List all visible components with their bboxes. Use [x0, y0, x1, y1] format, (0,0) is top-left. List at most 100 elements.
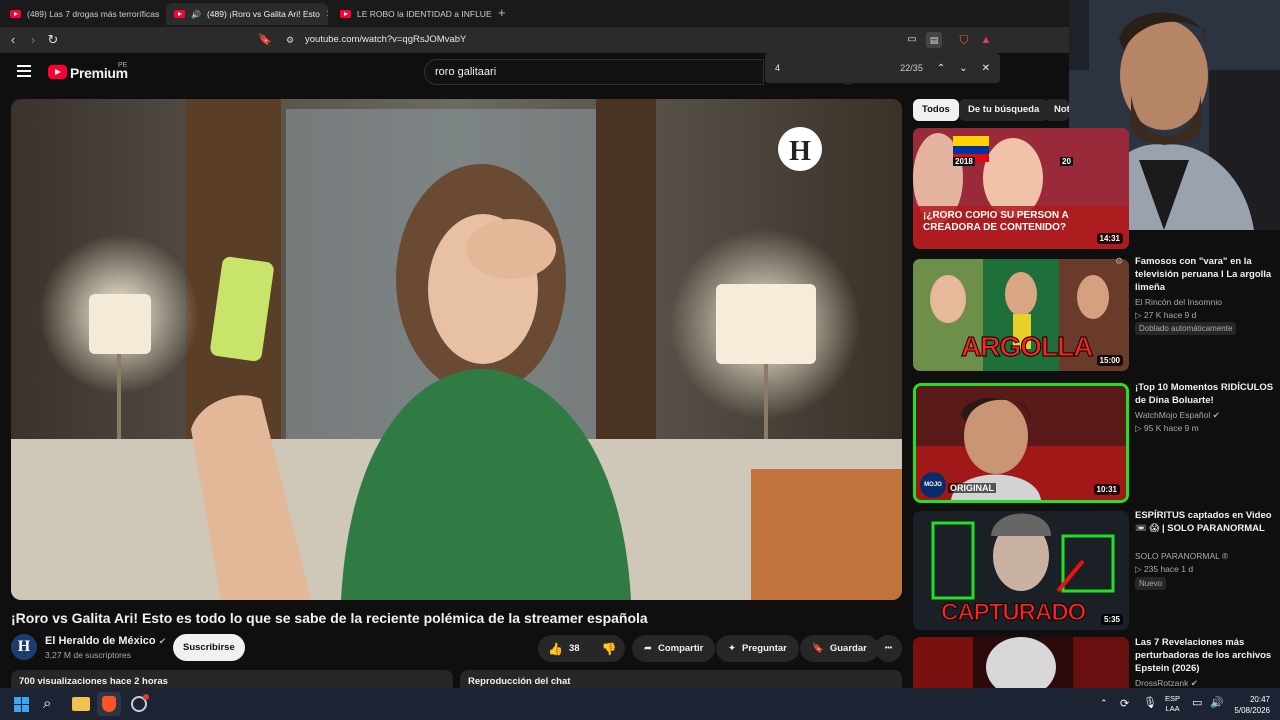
clock[interactable]: 20:47 5/08/2026 [1228, 694, 1270, 716]
sidebar-video-title[interactable]: ESPÍRITUS captados en Video 📼 😱 | SOLO P… [1135, 509, 1275, 535]
thumb-year-right: 20 [1060, 157, 1073, 166]
chat-replay-label: Reproducción del chat [468, 676, 571, 687]
sidebar-video-title[interactable]: Las 7 Revelaciones más perturbadoras de … [1135, 636, 1275, 675]
sidebar-video-channel[interactable]: El Rincón del Insomnio [1135, 296, 1222, 309]
forward-icon[interactable]: › [25, 32, 41, 48]
sidebar-video-thumbnail[interactable]: ARGOLLA 15:00 [913, 259, 1129, 371]
monitor-icon[interactable]: ▭ [1192, 696, 1202, 709]
app-icon[interactable] [131, 694, 149, 712]
search-input[interactable]: roro galitaari [424, 59, 764, 85]
thumbnail-image [913, 637, 1129, 688]
brave-taskbar-item[interactable] [97, 692, 121, 716]
cast-icon[interactable]: ▭ [904, 32, 920, 48]
sidebar-video-title[interactable]: ¡Top 10 Momentos RIDÍCULOS de Dina Bolua… [1135, 381, 1275, 407]
close-icon[interactable]: ✕ [326, 9, 328, 20]
duration-badge: 15:00 [1096, 355, 1123, 366]
youtube-favicon-icon [340, 10, 351, 18]
browser-tab-strip: (489) Las 7 drogas más terroríficas de 🔊… [0, 0, 1070, 27]
channel-avatar[interactable]: H [11, 634, 37, 660]
clock-date: 5/08/2026 [1234, 706, 1270, 715]
sidebar-video-title[interactable]: Famosos con "vara" en la televisión peru… [1135, 255, 1275, 294]
sync-icon[interactable]: ⟳ [1120, 697, 1129, 710]
browser-nav-bar: ‹ › ↻ 🔖 ⚙ youtube.com/watch?v=qgRsJOMvab… [0, 27, 1070, 53]
tab-le-robo[interactable]: LE ROBO la IDENTIDAD a INFLUENCE [332, 3, 492, 25]
site-settings-icon[interactable]: ⚙ [282, 32, 298, 48]
watchmojo-logo: MOJO [920, 472, 946, 498]
sidebar-video-thumbnail[interactable]: CAPTURADO 5:35 [913, 511, 1129, 630]
find-in-page-bar: 4 22/35 ⌃ ⌄ ✕ [765, 53, 1000, 83]
options-icon[interactable]: ⚙ [1115, 256, 1123, 267]
bookmark-icon: 🔖 [812, 643, 824, 654]
tab-roro-galita[interactable]: 🔊 (489) ¡Roro vs Galita Ari! Esto ✕ [166, 3, 328, 25]
like-icon[interactable]: 👍 [548, 642, 563, 656]
verified-icon: ✔ [158, 636, 167, 646]
tab-label: (489) Las 7 drogas más terroríficas de [27, 9, 162, 19]
sidebar-video-meta: ▷ 27 K hace 9 d [1135, 310, 1197, 320]
sidebar-video-thumbnail[interactable]: 2018 20 ¡¿RORO COPIO SU PERSON A CREADOR… [913, 128, 1129, 249]
thumb-caption: ¡¿RORO COPIO SU PERSON A CREADORA DE CON… [923, 210, 1069, 233]
thumb-caption: ARGOLLA [960, 331, 1093, 363]
subscriber-count: 3,27 M de suscriptores [45, 650, 131, 660]
new-badge: Nuevo [1135, 577, 1167, 590]
windows-start-icon[interactable] [14, 697, 29, 712]
find-count: 22/35 [900, 63, 923, 73]
share-button[interactable]: ➦ Compartir [632, 635, 716, 662]
share-icon: ➦ [644, 643, 652, 654]
like-count[interactable]: 38 [569, 643, 580, 654]
chip-todos[interactable]: Todos [913, 99, 959, 121]
tray-chevron-icon[interactable]: ⌃ [1100, 698, 1108, 709]
chat-replay-panel[interactable]: Reproducción del chat [460, 670, 902, 688]
duration-badge: 5:35 [1100, 614, 1123, 625]
more-actions-button[interactable]: ••• [875, 635, 902, 662]
bookmark-icon[interactable]: 🔖 [257, 32, 273, 48]
volume-icon[interactable]: 🔊 [1210, 696, 1224, 709]
chip-noticias[interactable]: Not [1045, 99, 1069, 121]
description-box[interactable]: 700 visualizaciones hace 2 horas [11, 670, 453, 688]
youtube-logo-icon[interactable] [48, 65, 67, 79]
file-explorer-icon[interactable] [72, 697, 90, 711]
sidebar-video-channel[interactable]: WatchMojo Español ✔ [1135, 409, 1220, 422]
thumb-caption: ORIGINAL [948, 483, 996, 493]
chip-de-tu-busqueda[interactable]: De tu búsqueda [959, 99, 1049, 121]
find-next-icon[interactable]: ⌄ [959, 63, 967, 74]
search-icon[interactable]: ⌕ [43, 695, 51, 712]
tab-label: (489) ¡Roro vs Galita Ari! Esto [206, 9, 320, 19]
sidebar-video-thumbnail[interactable] [913, 637, 1129, 688]
sidebar-video-channel[interactable]: SOLO PARANORMAL ® [1135, 550, 1228, 563]
new-tab-button[interactable]: + [498, 5, 506, 20]
find-close-icon[interactable]: ✕ [982, 63, 990, 74]
speaker-icon: 🔊 [191, 9, 201, 19]
youtube-favicon-icon [10, 10, 21, 18]
subscribe-button[interactable]: Suscribirse [173, 634, 245, 661]
reader-mode-icon[interactable]: ▤ [926, 32, 942, 48]
back-icon[interactable]: ‹ [5, 32, 21, 48]
share-label: Compartir [657, 643, 704, 654]
thumb-year-left: 2018 [953, 157, 975, 166]
save-label: Guardar [829, 643, 867, 654]
windows-taskbar: ⌕ ⌃ ⟳ 🎙 ESP LAA ▭ 🔊 20:47 5/08/2026 [0, 688, 1280, 720]
menu-icon[interactable] [17, 65, 31, 77]
microphone-icon[interactable]: 🎙 [1143, 696, 1157, 709]
save-button[interactable]: 🔖 Guardar [800, 635, 879, 662]
dislike-icon[interactable]: 👎 [602, 642, 617, 656]
watermark-logo: H [789, 136, 811, 167]
brave-rewards-icon[interactable]: ▲ [978, 32, 994, 48]
find-input[interactable]: 4 [775, 63, 885, 73]
clock-time: 20:47 [1249, 695, 1270, 704]
language-indicator[interactable]: ESP LAA [1165, 694, 1180, 714]
youtube-favicon-icon [174, 10, 185, 18]
reload-icon[interactable]: ↻ [45, 32, 61, 48]
find-prev-icon[interactable]: ⌃ [937, 63, 945, 74]
tab-drogas[interactable]: (489) Las 7 drogas más terroríficas de [2, 3, 162, 25]
video-player[interactable]: H [11, 99, 902, 600]
channel-name[interactable]: El Heraldo de México ✔ [45, 635, 166, 647]
brave-shield-icon[interactable]: ⛉ [956, 32, 972, 48]
sidebar-video-thumbnail[interactable]: MOJO ORIGINAL 10:31 [913, 383, 1129, 503]
view-count-and-date: 700 visualizaciones hace 2 horas [19, 676, 168, 687]
lang-top: ESP [1165, 694, 1181, 703]
url-bar[interactable]: youtube.com/watch?v=qgRsJOMvabY [305, 34, 466, 45]
verified-icon: ✔ [1212, 410, 1220, 420]
ask-button[interactable]: ✦ Preguntar [716, 635, 799, 662]
lang-bottom: LAA [1165, 704, 1180, 713]
thumb-caption: CAPTURADO [940, 599, 1086, 627]
